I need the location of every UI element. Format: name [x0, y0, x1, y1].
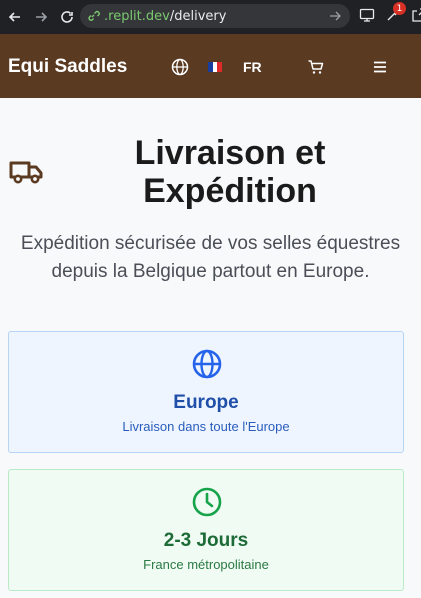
- forward-button[interactable]: [30, 6, 52, 28]
- reload-button[interactable]: [56, 6, 78, 28]
- share-icon[interactable]: [410, 6, 421, 24]
- clock-icon: [192, 487, 222, 517]
- french-flag-icon[interactable]: [208, 62, 223, 72]
- card-description: Livraison dans toute l'Europe: [122, 419, 290, 434]
- card-description: France métropolitaine: [143, 557, 269, 572]
- feature-card-europe: Europe Livraison dans toute l'Europe: [8, 331, 404, 453]
- notification-badge: 1: [393, 2, 406, 15]
- language-selector[interactable]: FR: [243, 59, 262, 75]
- address-bar[interactable]: .replit.dev/delivery: [80, 4, 350, 28]
- arrow-right-icon: [36, 12, 48, 22]
- card-title: Europe: [173, 392, 239, 413]
- cast-icon[interactable]: [358, 6, 376, 24]
- url-domain: .replit.dev: [104, 8, 170, 24]
- feature-card-delivery-time: 2-3 Jours France métropolitaine: [8, 469, 404, 591]
- globe-icon: [192, 349, 222, 379]
- arrow-right-icon[interactable]: [328, 9, 342, 23]
- url-path: /delivery: [169, 8, 227, 24]
- shopping-cart-icon[interactable]: [307, 58, 325, 76]
- browser-toolbar: .replit.dev/delivery 1: [0, 0, 421, 34]
- arrow-left-icon: [8, 12, 20, 22]
- globe-icon[interactable]: [171, 58, 189, 76]
- brand-logo-text[interactable]: Equi Saddles: [8, 56, 127, 78]
- site-header: Equi Saddles FR: [0, 34, 421, 98]
- page-title: Livraison et Expédition: [134, 134, 326, 210]
- link-icon: [88, 10, 100, 21]
- reload-icon: [61, 11, 73, 23]
- truck-icon: [9, 161, 43, 184]
- card-title: 2-3 Jours: [163, 530, 249, 551]
- extension-icon[interactable]: 1: [384, 2, 406, 24]
- back-button[interactable]: [4, 6, 26, 28]
- hamburger-menu-icon[interactable]: [371, 58, 389, 76]
- page-subtitle: Expédition sécurisée de vos selles éques…: [20, 233, 401, 282]
